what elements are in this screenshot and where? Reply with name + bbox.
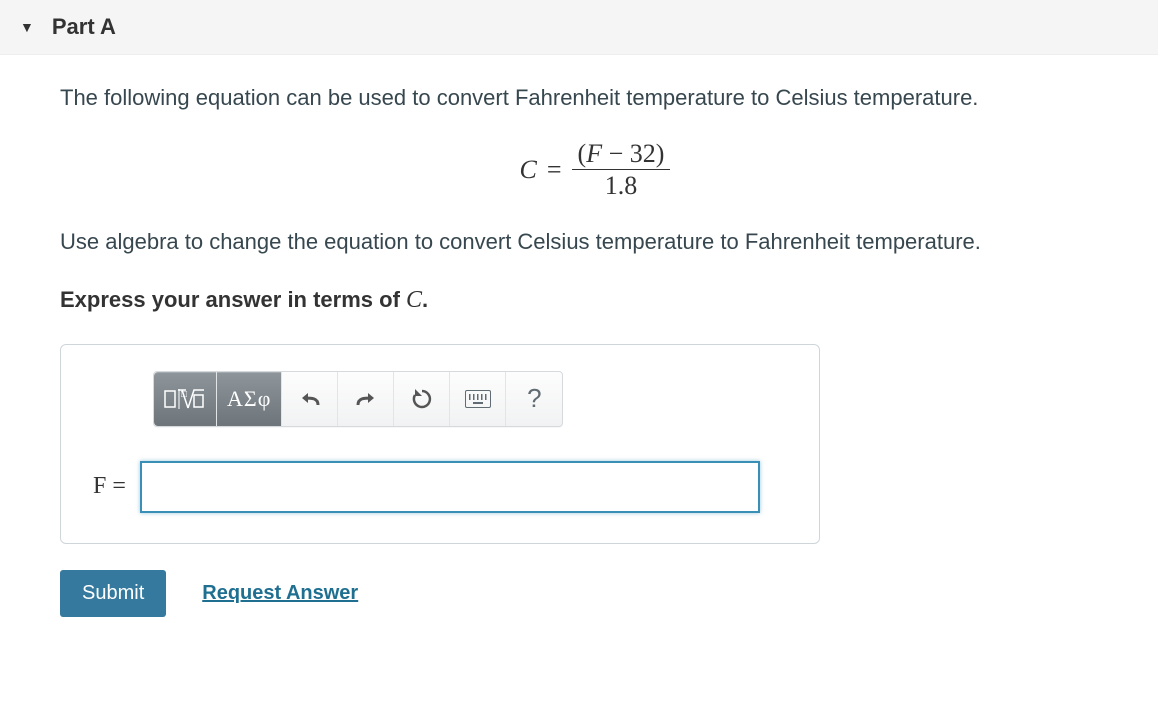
part-title: Part A xyxy=(52,14,116,40)
reset-button[interactable] xyxy=(394,372,450,426)
actions-row: Submit Request Answer xyxy=(60,570,1130,617)
answer-var-label: F = xyxy=(93,473,126,500)
keyboard-button[interactable] xyxy=(450,372,506,426)
greek-label: ΑΣφ xyxy=(227,386,271,412)
keyboard-icon xyxy=(465,390,491,408)
denominator: 1.8 xyxy=(599,170,644,199)
equation-fraction: (F − 32) 1.8 xyxy=(572,140,671,200)
content-area: The following equation can be used to co… xyxy=(0,55,1158,645)
instruction-text: Use algebra to change the equation to co… xyxy=(60,227,1130,258)
equation-lhs: C xyxy=(520,155,537,185)
num-op: − 32 xyxy=(602,139,656,168)
num-var: F xyxy=(586,139,602,168)
num-paren-close: ) xyxy=(656,139,665,168)
greek-symbols-button[interactable]: ΑΣφ xyxy=(217,372,282,426)
redo-button[interactable] xyxy=(338,372,394,426)
part-header[interactable]: ▼ Part A xyxy=(0,0,1158,55)
submit-button[interactable]: Submit xyxy=(60,570,166,617)
help-button[interactable]: ? xyxy=(506,372,562,426)
express-line: Express your answer in terms of C. xyxy=(60,284,1130,318)
express-suffix: . xyxy=(422,287,428,312)
equation-equals: = xyxy=(547,155,562,185)
num-paren-open: ( xyxy=(578,139,587,168)
answer-input[interactable] xyxy=(140,461,760,513)
request-answer-link[interactable]: Request Answer xyxy=(202,582,358,605)
collapse-triangle-icon[interactable]: ▼ xyxy=(20,19,34,35)
intro-text: The following equation can be used to co… xyxy=(60,83,1130,114)
templates-button[interactable]: □ xyxy=(154,372,217,426)
equation-toolbar: □ ΑΣφ ? xyxy=(153,371,563,427)
express-var: C xyxy=(406,287,422,313)
express-prefix: Express your answer in terms of xyxy=(60,287,406,312)
undo-button[interactable] xyxy=(282,372,338,426)
answer-panel: □ ΑΣφ ? xyxy=(60,344,820,544)
answer-input-row: F = xyxy=(93,461,787,513)
help-label: ? xyxy=(527,383,541,414)
equation-display: C = (F − 32) 1.8 xyxy=(60,140,1130,200)
